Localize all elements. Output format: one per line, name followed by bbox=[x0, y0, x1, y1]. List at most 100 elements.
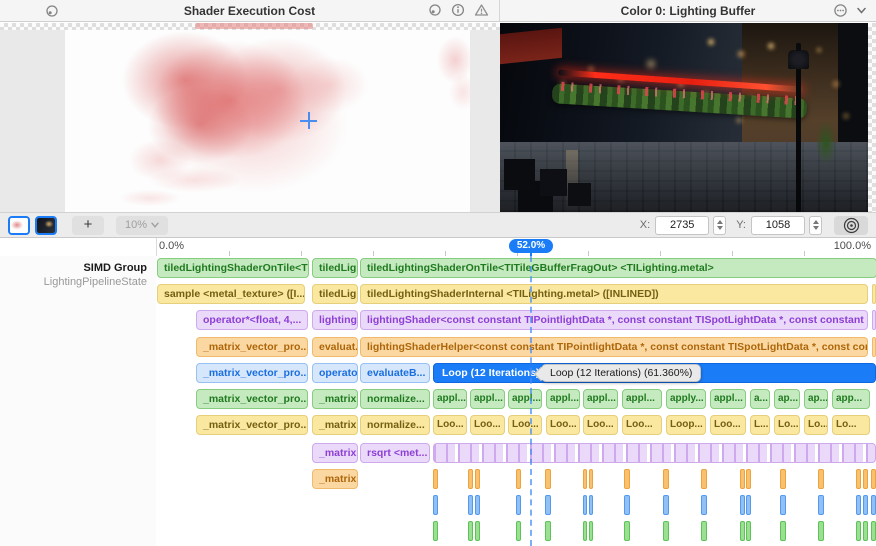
flame-block[interactable]: _matrix_vector_pro... bbox=[196, 363, 308, 383]
flame-block[interactable]: tiledLig... bbox=[312, 258, 358, 278]
flame-fragment[interactable] bbox=[545, 495, 551, 515]
flame-fragment[interactable] bbox=[863, 495, 868, 515]
lighting-buffer-image[interactable] bbox=[500, 23, 868, 212]
flame-block[interactable]: _matrix... bbox=[312, 469, 358, 489]
flame-fragment[interactable] bbox=[433, 521, 438, 541]
more-options-icon[interactable] bbox=[833, 3, 848, 18]
flame-block[interactable]: normalize... bbox=[360, 415, 430, 435]
flame-block[interactable]: Lo... bbox=[804, 415, 828, 435]
flame-block[interactable]: Loo... bbox=[470, 415, 505, 435]
flame-block[interactable]: rsqrt <met... bbox=[360, 443, 430, 463]
flame-block[interactable]: evaluateB... bbox=[360, 363, 430, 383]
flame-block[interactable]: lightingShaderHelper<const constant TIPo… bbox=[360, 337, 868, 357]
flame-block[interactable]: _matrix... bbox=[312, 443, 358, 463]
flame-fragment[interactable] bbox=[780, 469, 786, 489]
thumbnail-lighting-buffer[interactable] bbox=[35, 216, 57, 235]
flame-block[interactable]: Loo... bbox=[433, 415, 467, 435]
flame-fragment[interactable] bbox=[746, 495, 751, 515]
flame-block[interactable]: appl... bbox=[710, 389, 746, 409]
flame-block[interactable]: Lo... bbox=[832, 415, 870, 435]
flame-fragment[interactable] bbox=[871, 521, 876, 541]
flame-fragment[interactable] bbox=[863, 469, 868, 489]
flame-block[interactable]: apply... bbox=[666, 389, 706, 409]
flame-block[interactable]: L... bbox=[750, 415, 770, 435]
flame-fragment[interactable] bbox=[475, 469, 480, 489]
flame-block[interactable]: appl... bbox=[433, 389, 467, 409]
flame-fragment[interactable] bbox=[468, 495, 473, 515]
flame-block[interactable]: a... bbox=[750, 389, 770, 409]
flame-fragment[interactable] bbox=[624, 521, 630, 541]
flame-fragment[interactable] bbox=[468, 521, 473, 541]
flame-block[interactable]: Loo... bbox=[583, 415, 618, 435]
flame-fragment[interactable] bbox=[701, 469, 707, 489]
flame-fragment[interactable] bbox=[818, 469, 824, 489]
flame-block[interactable]: appl... bbox=[546, 389, 580, 409]
flame-fragment[interactable] bbox=[701, 521, 707, 541]
flame-fragment[interactable] bbox=[818, 495, 824, 515]
x-coordinate-field[interactable] bbox=[655, 216, 709, 235]
flame-fragment[interactable] bbox=[856, 495, 861, 515]
flame-block[interactable]: sample <metal_texture> ([I... bbox=[157, 284, 305, 304]
flame-fragment[interactable] bbox=[818, 521, 824, 541]
flame-fragment[interactable] bbox=[583, 521, 587, 541]
y-coordinate-field[interactable] bbox=[751, 216, 805, 235]
flame-block[interactable]: lighting... bbox=[312, 310, 358, 330]
flame-block[interactable]: appl... bbox=[508, 389, 542, 409]
flame-fragment[interactable] bbox=[589, 495, 593, 515]
warning-icon[interactable] bbox=[474, 3, 489, 17]
flame-block[interactable]: operato... bbox=[312, 363, 358, 383]
flame-fragment[interactable] bbox=[589, 469, 593, 489]
flame-block[interactable]: lightingShader<const constant TIPointlig… bbox=[360, 310, 868, 330]
thumbnail-shader-cost[interactable] bbox=[8, 216, 30, 235]
flame-fragment[interactable] bbox=[663, 521, 669, 541]
flame-fragment-band[interactable] bbox=[433, 443, 876, 463]
lighting-buffer-viewport[interactable] bbox=[500, 23, 876, 212]
flame-fragment[interactable] bbox=[856, 521, 861, 541]
flame-block[interactable]: _matrix_vector_pro... bbox=[196, 389, 308, 409]
flame-block[interactable]: _matrix_vector_pro... bbox=[196, 415, 308, 435]
flame-block[interactable]: app... bbox=[832, 389, 870, 409]
flame-fragment[interactable] bbox=[624, 495, 630, 515]
flame-fragment[interactable] bbox=[780, 521, 786, 541]
flame-block[interactable]: _matrix_vector_pro... bbox=[196, 337, 308, 357]
flame-block[interactable] bbox=[872, 337, 876, 357]
flame-fragment[interactable] bbox=[856, 469, 861, 489]
flame-block[interactable]: tiledLig... bbox=[312, 284, 358, 304]
flame-fragment[interactable] bbox=[433, 469, 438, 489]
flame-block[interactable]: Lo... bbox=[774, 415, 800, 435]
flame-fragment[interactable] bbox=[583, 469, 587, 489]
flame-fragment[interactable] bbox=[516, 521, 521, 541]
playhead-line[interactable] bbox=[530, 256, 532, 546]
flame-block[interactable]: Loo... bbox=[710, 415, 746, 435]
flame-block[interactable]: Loo... bbox=[622, 415, 662, 435]
flame-fragment[interactable] bbox=[516, 495, 521, 515]
add-texture-button[interactable]: + bbox=[72, 216, 104, 235]
flame-fragment[interactable] bbox=[624, 469, 630, 489]
flame-fragment[interactable] bbox=[746, 521, 751, 541]
flame-fragment[interactable] bbox=[583, 495, 587, 515]
playhead-position-badge[interactable]: 52.0% bbox=[509, 239, 553, 253]
shader-cost-viewport[interactable] bbox=[0, 23, 500, 212]
flame-fragment[interactable] bbox=[663, 469, 669, 489]
flame-fragment[interactable] bbox=[871, 495, 876, 515]
flame-fragment[interactable] bbox=[780, 495, 786, 515]
flame-fragment[interactable] bbox=[433, 495, 438, 515]
info-icon[interactable] bbox=[451, 3, 465, 17]
flame-block[interactable]: _matrix... bbox=[312, 389, 358, 409]
x-coordinate-stepper[interactable] bbox=[713, 216, 726, 235]
flame-block[interactable]: appl... bbox=[622, 389, 662, 409]
flame-fragment[interactable] bbox=[589, 521, 593, 541]
flame-block[interactable]: ap... bbox=[774, 389, 800, 409]
flame-block[interactable]: Loo... bbox=[546, 415, 580, 435]
flame-fragment[interactable] bbox=[663, 495, 669, 515]
timeline-ruler[interactable]: 0.0% 100.0% 52.0% bbox=[0, 238, 876, 256]
flame-block[interactable]: _matrix... bbox=[312, 415, 358, 435]
flame-block[interactable]: Loo... bbox=[508, 415, 542, 435]
y-coordinate-stepper[interactable] bbox=[809, 216, 822, 235]
flame-fragment[interactable] bbox=[475, 495, 480, 515]
flame-block[interactable]: tiledLightingShaderInternal <TILighting.… bbox=[360, 284, 868, 304]
flame-fragment[interactable] bbox=[475, 521, 480, 541]
flame-fragment[interactable] bbox=[863, 521, 868, 541]
flame-block[interactable]: appl... bbox=[470, 389, 505, 409]
pixel-target-button[interactable] bbox=[834, 216, 868, 235]
